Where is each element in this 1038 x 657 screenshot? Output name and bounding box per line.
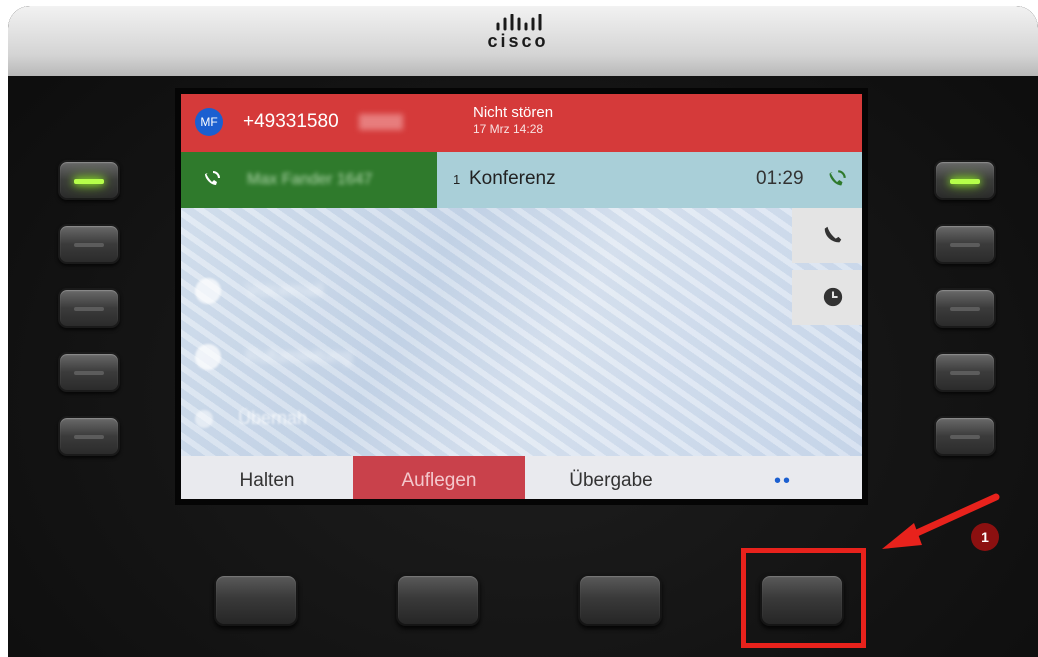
phone-icon bbox=[824, 226, 842, 243]
own-number: +49331580 bbox=[243, 111, 339, 132]
softkey-more[interactable]: •• bbox=[697, 456, 862, 499]
active-call-icon bbox=[829, 170, 846, 186]
conference-session[interactable]: 1 Konferenz 01:29 bbox=[437, 152, 862, 208]
active-line-key[interactable]: Max Fander 1647 bbox=[181, 152, 437, 208]
softkey-button-1[interactable] bbox=[214, 574, 298, 626]
active-call-icon bbox=[205, 171, 220, 185]
feature-voicemail[interactable]: Voicemail bbox=[195, 278, 323, 304]
cisco-bars-icon bbox=[496, 14, 542, 31]
line-key-right-4[interactable] bbox=[934, 352, 996, 392]
line-key-left-1[interactable] bbox=[58, 160, 120, 200]
forward-icon bbox=[195, 344, 221, 370]
conference-label: Konferenz bbox=[469, 168, 556, 189]
line-key-left-2[interactable] bbox=[58, 224, 120, 264]
softkey-bar: Halten Auflegen Übergabe •• bbox=[181, 456, 862, 499]
redacted-number-suffix bbox=[359, 114, 403, 130]
clock-icon bbox=[823, 287, 843, 307]
more-dots-icon: •• bbox=[773, 470, 792, 492]
line-key-right-1[interactable] bbox=[934, 160, 996, 200]
line-key-left-3[interactable] bbox=[58, 288, 120, 328]
avatar: MF bbox=[195, 108, 223, 136]
voicemail-icon bbox=[195, 278, 221, 304]
caller-name: Max Fander 1647 bbox=[247, 171, 373, 188]
phone-side-button[interactable] bbox=[792, 208, 862, 263]
highlight-box bbox=[741, 548, 866, 648]
softkey-button-2[interactable] bbox=[396, 574, 480, 626]
dnd-label: Nicht stören bbox=[473, 104, 554, 121]
top-bezel: cisco bbox=[8, 6, 1038, 76]
step-badge: 1 bbox=[971, 523, 999, 551]
main-area: Voicemail Rufumleitung Übernah bbox=[181, 208, 862, 456]
line-key-right-3[interactable] bbox=[934, 288, 996, 328]
conference-count: 1 bbox=[453, 172, 461, 187]
feature-forward[interactable]: Rufumleitung bbox=[195, 344, 352, 370]
line-key-left-5[interactable] bbox=[58, 416, 120, 456]
datetime: 17 Mrz 14:28 bbox=[473, 122, 544, 136]
softkey-uebergabe[interactable]: Übergabe bbox=[525, 456, 697, 499]
pickup-icon bbox=[195, 410, 213, 429]
feature-pickup[interactable]: Übernah bbox=[195, 408, 307, 429]
line-key-right-2[interactable] bbox=[934, 224, 996, 264]
phone-display: MF +49331580 Nicht stören 17 Mrz 14:28 M… bbox=[175, 88, 868, 505]
active-line-row: Max Fander 1647 1 Konferenz 01:29 bbox=[181, 152, 862, 208]
status-bar: MF +49331580 Nicht stören 17 Mrz 14:28 bbox=[181, 94, 862, 152]
softkey-auflegen[interactable]: Auflegen bbox=[353, 456, 525, 499]
cisco-wordmark: cisco bbox=[487, 31, 549, 51]
history-side-button[interactable] bbox=[792, 270, 862, 325]
dnd-status: Nicht stören 17 Mrz 14:28 bbox=[473, 104, 553, 138]
line-key-right-5[interactable] bbox=[934, 416, 996, 456]
softkey-button-3[interactable] bbox=[578, 574, 662, 626]
softkey-halten[interactable]: Halten bbox=[181, 456, 353, 499]
cisco-logo: cisco bbox=[478, 14, 558, 50]
line-key-left-4[interactable] bbox=[58, 352, 120, 392]
call-timer: 01:29 bbox=[756, 168, 804, 189]
